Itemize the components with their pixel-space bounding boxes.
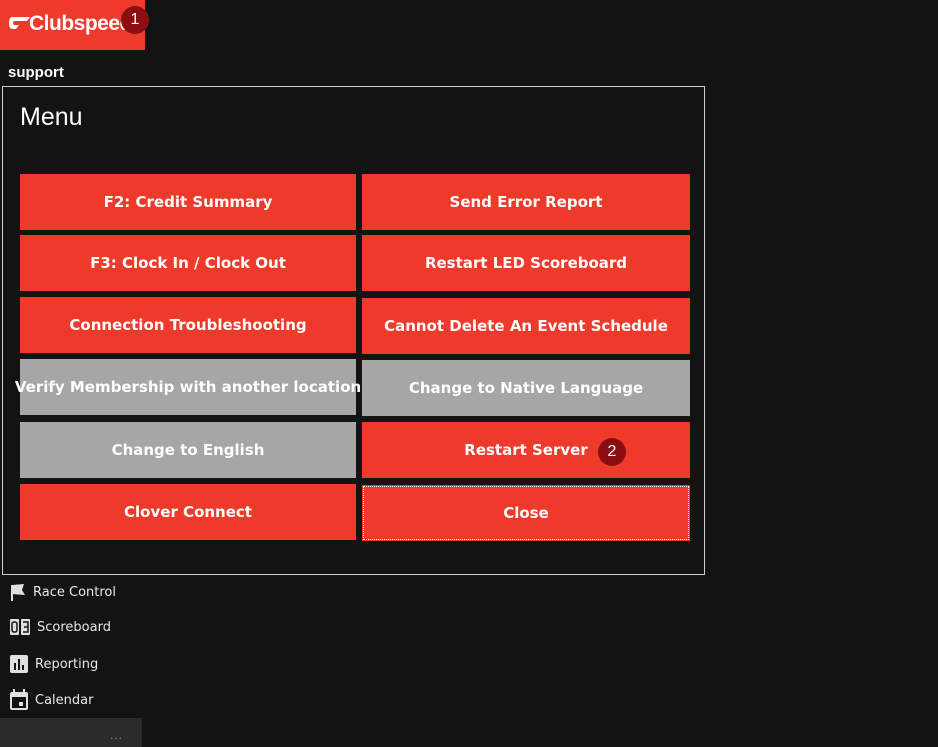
flag-icon (11, 584, 25, 601)
verify-membership-button[interactable]: Verify Membership with another location (15, 359, 361, 415)
scoreboard-icon (10, 619, 30, 635)
bar-chart-icon (10, 655, 28, 673)
menu-title: Menu (20, 103, 83, 131)
connection-troubleshooting-button[interactable]: Connection Troubleshooting (20, 297, 356, 353)
more-options-icon[interactable]: ... (110, 729, 123, 741)
nav-race-control-label: Race Control (33, 584, 116, 600)
send-error-report-button[interactable]: Send Error Report (362, 174, 690, 230)
brand-name: Clubspeed (29, 12, 129, 35)
restart-led-scoreboard-button[interactable]: Restart LED Scoreboard (362, 235, 690, 291)
step-marker-1: 1 (121, 6, 149, 34)
change-native-language-button[interactable]: Change to Native Language (362, 360, 690, 416)
clubspeed-logo-mark-icon (9, 17, 30, 29)
restart-server-button[interactable]: Restart Server (362, 422, 690, 478)
clock-in-out-button[interactable]: F3: Clock In / Clock Out (20, 235, 356, 291)
nav-scoreboard-label: Scoreboard (37, 619, 111, 635)
nav-race-control[interactable]: Race Control (9, 582, 116, 602)
cannot-delete-event-schedule-button[interactable]: Cannot Delete An Event Schedule (362, 298, 690, 354)
username: support (8, 64, 64, 81)
nav-reporting-label: Reporting (35, 656, 99, 672)
change-english-button[interactable]: Change to English (20, 422, 356, 478)
credit-summary-button[interactable]: F2: Credit Summary (20, 174, 356, 230)
calendar-icon (10, 689, 28, 710)
nav-calendar-label: Calendar (35, 692, 94, 708)
step-marker-2: 2 (598, 438, 626, 466)
close-button[interactable]: Close (362, 485, 690, 541)
nav-reporting[interactable]: Reporting (9, 654, 98, 674)
nav-scoreboard[interactable]: Scoreboard (9, 618, 111, 636)
clover-connect-button[interactable]: Clover Connect (20, 484, 356, 540)
nav-calendar[interactable]: Calendar (9, 689, 93, 711)
menu-dialog: Menu F2: Credit Summary Send Error Repor… (2, 86, 705, 575)
